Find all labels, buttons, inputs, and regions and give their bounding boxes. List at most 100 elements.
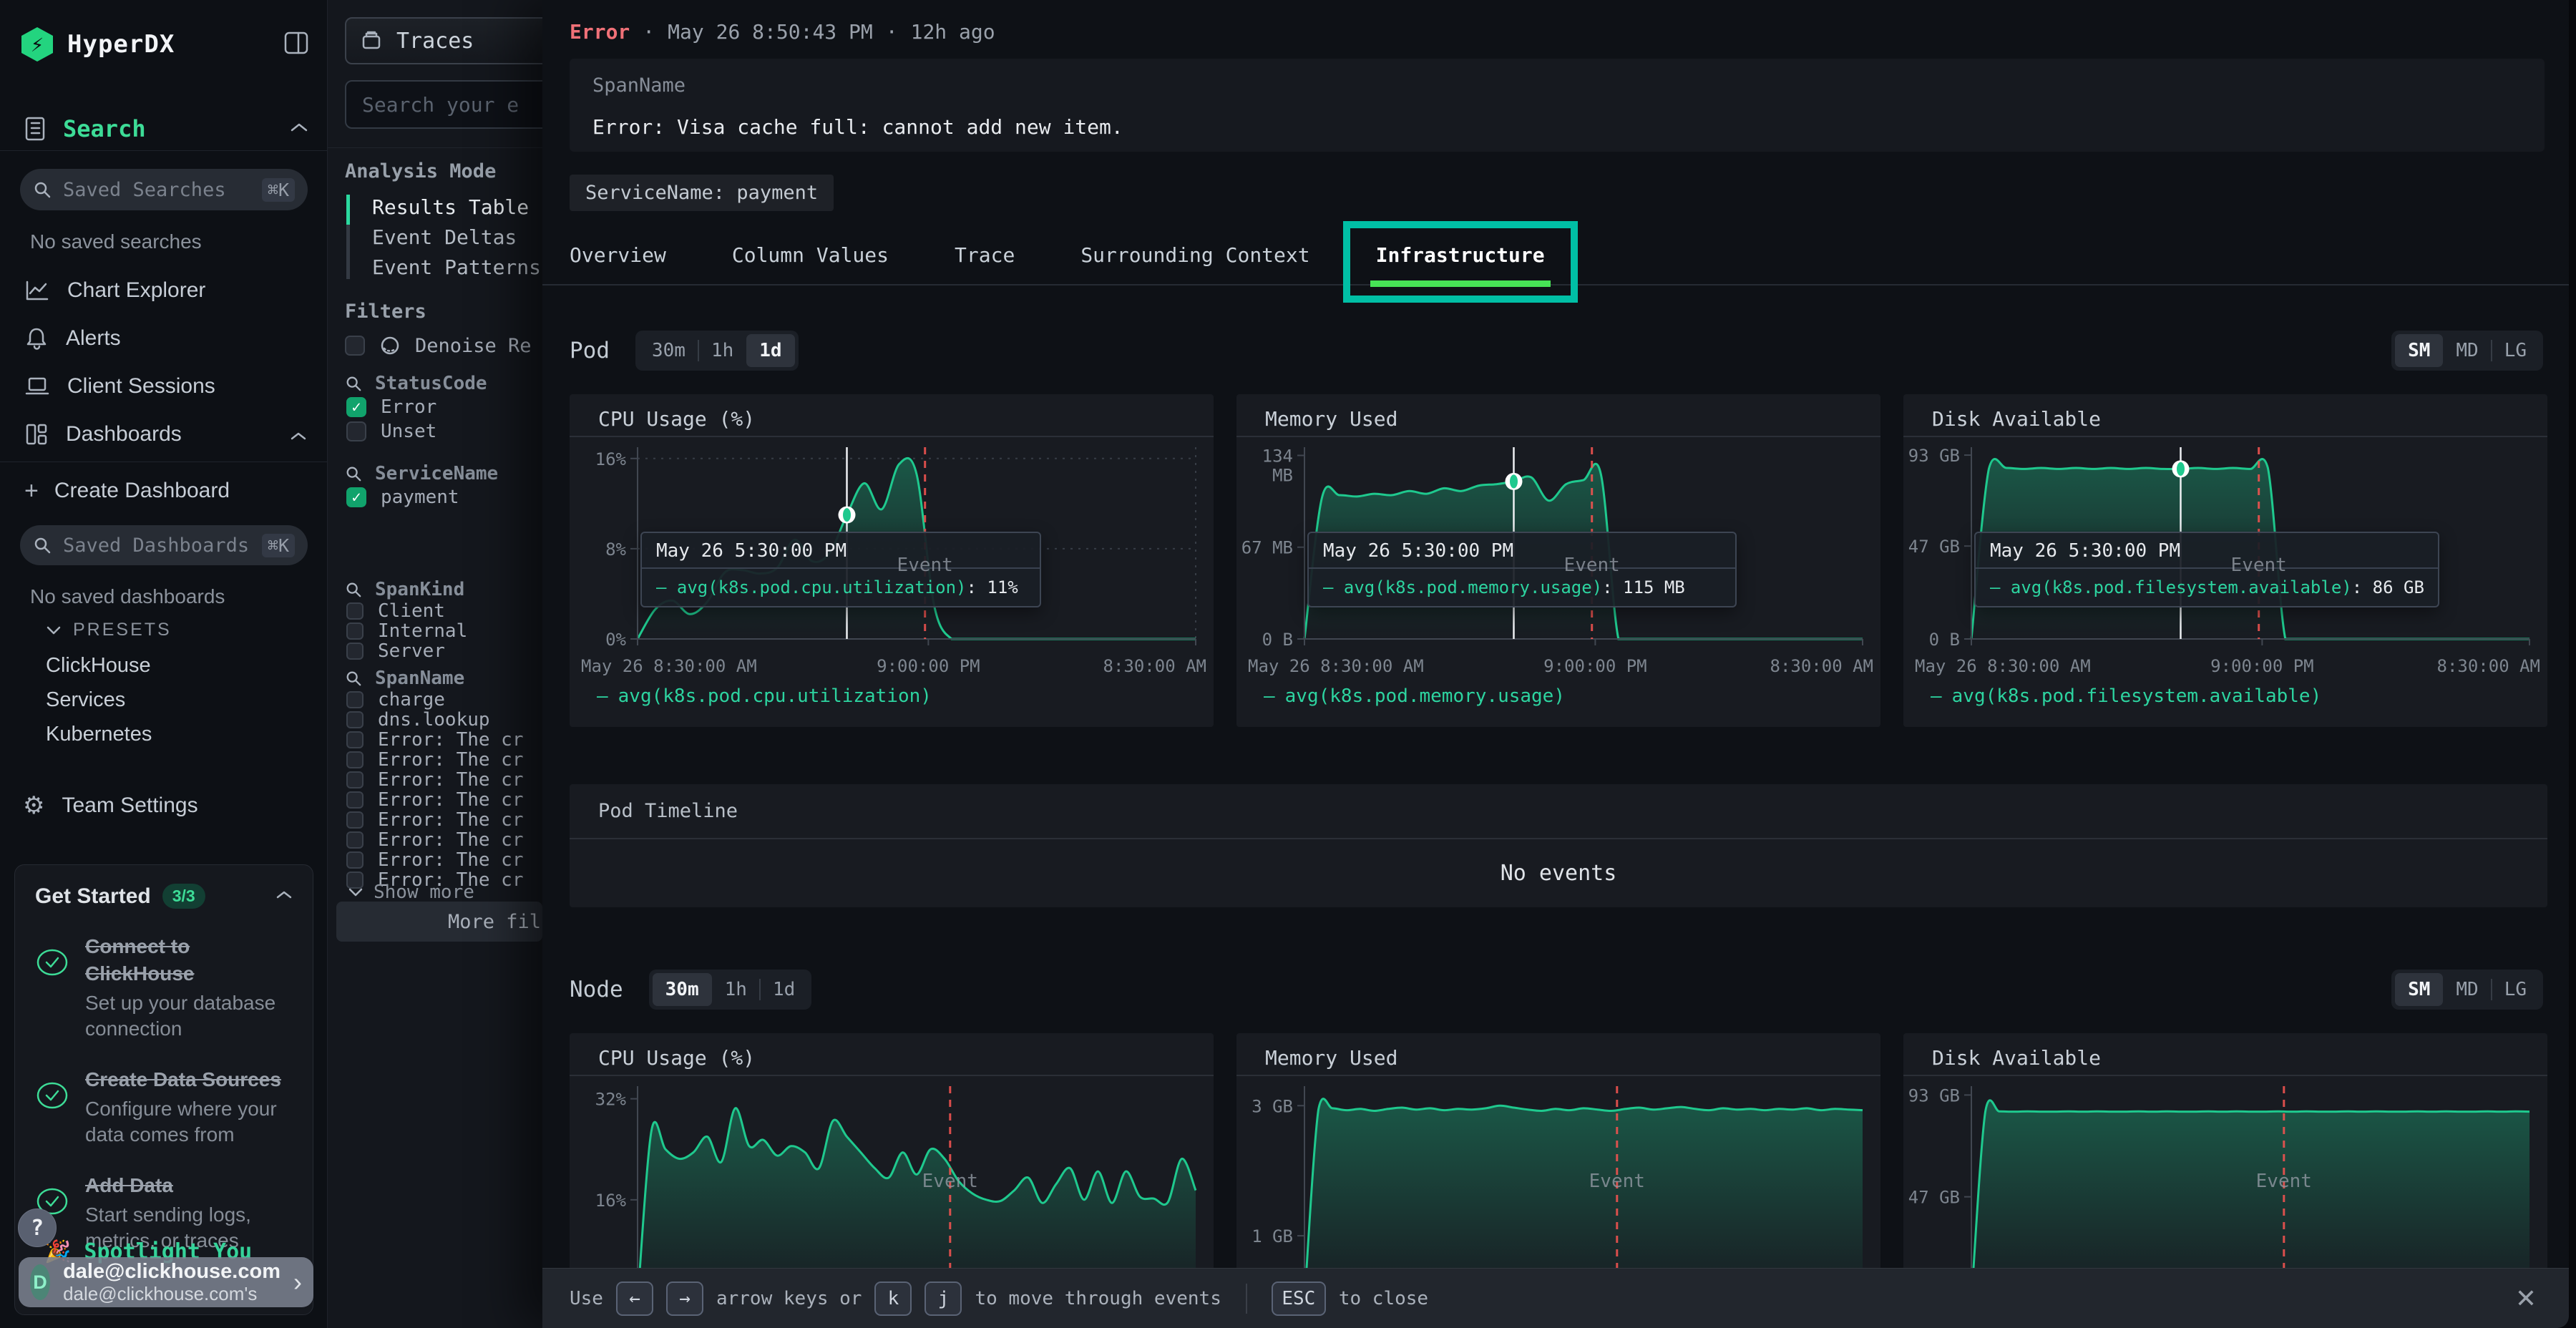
search-icon: [33, 536, 52, 555]
svg-text:16%: 16%: [595, 449, 627, 469]
pod-size-sm[interactable]: SM: [2395, 334, 2443, 367]
sidebar-item-alerts[interactable]: Alerts: [0, 314, 327, 362]
help-button[interactable]: ?: [18, 1209, 57, 1247]
tab-column-values[interactable]: Column Values: [732, 244, 889, 267]
node-size-lg[interactable]: LG: [2492, 973, 2540, 1006]
filter-checkbox-row[interactable]: Error: The cr: [345, 770, 542, 790]
node-size-sm[interactable]: SM: [2395, 973, 2443, 1006]
presets-toggle[interactable]: PRESETS: [46, 620, 172, 640]
brand-title: HyperDX: [67, 30, 175, 59]
span-name-card: SpanName Error: Visa cache full: cannot …: [570, 59, 2545, 152]
chevron-down-icon: [46, 625, 62, 635]
chart-title: Memory Used: [1236, 1033, 1880, 1076]
pod-disk-chart[interactable]: 93 GB47 GB0 BEventMay 26 5:30:00 PM— avg…: [1903, 437, 2547, 711]
analysis-mode-active-indicator: [346, 195, 350, 225]
filter-checkbox-row[interactable]: Error: The cr: [345, 750, 542, 770]
sidebar-item-dashboards[interactable]: Dashboards: [0, 410, 327, 458]
filter-checkbox-row[interactable]: Server: [345, 641, 542, 661]
analysis-mode-event-patterns[interactable]: Event Patterns: [346, 252, 541, 282]
pod-charts-row: CPU Usage (%) 16%8%0%EventMay 26 5:30:00…: [570, 394, 2547, 727]
get-started-item[interactable]: Create Data Sources Configure where your…: [35, 1066, 293, 1148]
filter-checkbox-row[interactable]: charge: [345, 690, 542, 710]
chart-title: Disk Available: [1903, 394, 2547, 437]
tab-trace[interactable]: Trace: [955, 244, 1015, 267]
chart-legend: —avg(k8s.pod.cpu.utilization): [570, 682, 1214, 711]
saved-dashboards-input-wrap[interactable]: ⌘K: [20, 525, 308, 565]
traces-source-icon: [361, 30, 382, 52]
pod-section-title: Pod: [570, 338, 610, 363]
saved-searches-input-wrap[interactable]: ⌘K: [20, 169, 308, 210]
event-search-input[interactable]: [362, 93, 542, 117]
analysis-mode-event-deltas[interactable]: Event Deltas: [346, 222, 541, 252]
tooltip-value: — avg(k8s.pod.cpu.utilization): 11%: [642, 569, 1040, 606]
node-range-1h[interactable]: 1h: [712, 973, 760, 1006]
pod-range-1h[interactable]: 1h: [698, 334, 746, 367]
sidebar-preset-item[interactable]: Kubernetes: [46, 717, 152, 751]
filter-checkbox-row[interactable]: Error: The cr: [345, 790, 542, 810]
node-size-md[interactable]: MD: [2443, 973, 2491, 1006]
sidebar-preset-item[interactable]: Services: [46, 683, 152, 717]
denoise-checkbox-row[interactable]: Denoise Re: [345, 333, 532, 358]
node-section-title: Node: [570, 977, 623, 1002]
filter-checkbox-row[interactable]: Error: The cr: [345, 850, 542, 870]
pod-cpu-chart[interactable]: 16%8%0%EventMay 26 5:30:00 PM— avg(k8s.p…: [570, 437, 1214, 711]
pod-range-1d[interactable]: 1d: [746, 334, 794, 367]
saved-searches-input[interactable]: [63, 179, 250, 201]
close-drawer-button[interactable]: ✕: [2512, 1284, 2540, 1313]
filter-checkbox-row[interactable]: Error: The cr: [345, 830, 542, 850]
filter-checkbox-row[interactable]: Error: The cr: [345, 810, 542, 830]
filter-checkbox-row[interactable]: Internal: [345, 621, 542, 641]
filter-checkbox-row[interactable]: payment: [345, 485, 542, 509]
event-timestamp: May 26 8:50:43 PM: [668, 20, 873, 44]
user-menu[interactable]: D dale@clickhouse.com dale@clickhouse.co…: [19, 1257, 313, 1307]
node-section-header: Node 30m 1h 1d SM MD LG: [542, 967, 2569, 1012]
plus-icon: +: [24, 477, 39, 505]
node-range-30m[interactable]: 30m: [653, 973, 712, 1006]
denoise-checkbox[interactable]: [345, 336, 365, 356]
tooltip-time: May 26 5:30:00 PM: [1309, 533, 1735, 569]
search-icon: [33, 180, 52, 199]
service-name-chip[interactable]: ServiceName: payment: [570, 175, 834, 211]
sidebar-preset-item[interactable]: ClickHouse: [46, 648, 152, 683]
event-search-wrap[interactable]: [345, 80, 542, 129]
filter-checkbox-row[interactable]: Unset: [345, 419, 542, 444]
pod-size-lg[interactable]: LG: [2492, 334, 2540, 367]
analysis-mode-results-table[interactable]: Results Table: [346, 192, 541, 222]
chevron-up-icon[interactable]: [290, 122, 308, 136]
pod-size-md[interactable]: MD: [2443, 334, 2491, 367]
pod-memory-chart-card: Memory Used 134MB67 MB0 BEventMay 26 5:3…: [1236, 394, 1880, 727]
more-filters-button[interactable]: More fil: [336, 902, 542, 942]
filter-checkbox-row[interactable]: Error: [345, 395, 542, 419]
sidebar-item-chart-explorer[interactable]: Chart Explorer: [0, 266, 327, 314]
sidebar-item-team-settings[interactable]: ⚙ Team Settings: [23, 784, 198, 827]
svg-text:93 GB: 93 GB: [1908, 1085, 1960, 1105]
tab-overview[interactable]: Overview: [570, 244, 666, 267]
pod-range-30m[interactable]: 30m: [639, 334, 698, 367]
chart-title: CPU Usage (%): [570, 394, 1214, 437]
analysis-mode-label: Analysis Mode: [345, 160, 496, 182]
show-more-toggle[interactable]: Show more: [348, 882, 474, 903]
svg-text:0 B: 0 B: [1262, 630, 1293, 650]
gear-icon: ⚙: [23, 791, 44, 820]
tab-infrastructure[interactable]: Infrastructure: [1376, 244, 1545, 267]
saved-dashboards-input[interactable]: [63, 534, 250, 557]
filter-checkbox-row[interactable]: Error: The cr: [345, 730, 542, 750]
get-started-item[interactable]: Connect to ClickHouse Set up your databa…: [35, 933, 293, 1042]
filter-checkbox-row[interactable]: dns.lookup: [345, 710, 542, 730]
sidebar-item-client-sessions[interactable]: Client Sessions: [0, 362, 327, 410]
pod-size-control: SM MD LG: [2391, 331, 2543, 371]
bell-icon: [24, 326, 49, 351]
filter-checkbox-row[interactable]: Client: [345, 601, 542, 621]
tooltip-value: — avg(k8s.pod.filesystem.available): 86 …: [1976, 569, 2438, 606]
create-dashboard-button[interactable]: + Create Dashboard: [24, 471, 230, 511]
chart-x-axis-labels: May 26 8:30:00 AM9:00:00 PM8:30:00 AM: [570, 652, 1214, 680]
check-circle-icon: [35, 1080, 69, 1148]
source-select[interactable]: Traces: [345, 17, 542, 64]
node-range-1d[interactable]: 1d: [760, 973, 808, 1006]
pod-memory-chart[interactable]: 134MB67 MB0 BEventMay 26 5:30:00 PM— avg…: [1236, 437, 1880, 711]
chevron-up-icon[interactable]: [275, 889, 293, 903]
chevron-up-icon[interactable]: [290, 422, 307, 446]
tab-surrounding-context[interactable]: Surrounding Context: [1080, 244, 1309, 267]
collapse-sidebar-icon[interactable]: [283, 30, 310, 59]
sidebar-item-search[interactable]: Search: [23, 109, 308, 149]
